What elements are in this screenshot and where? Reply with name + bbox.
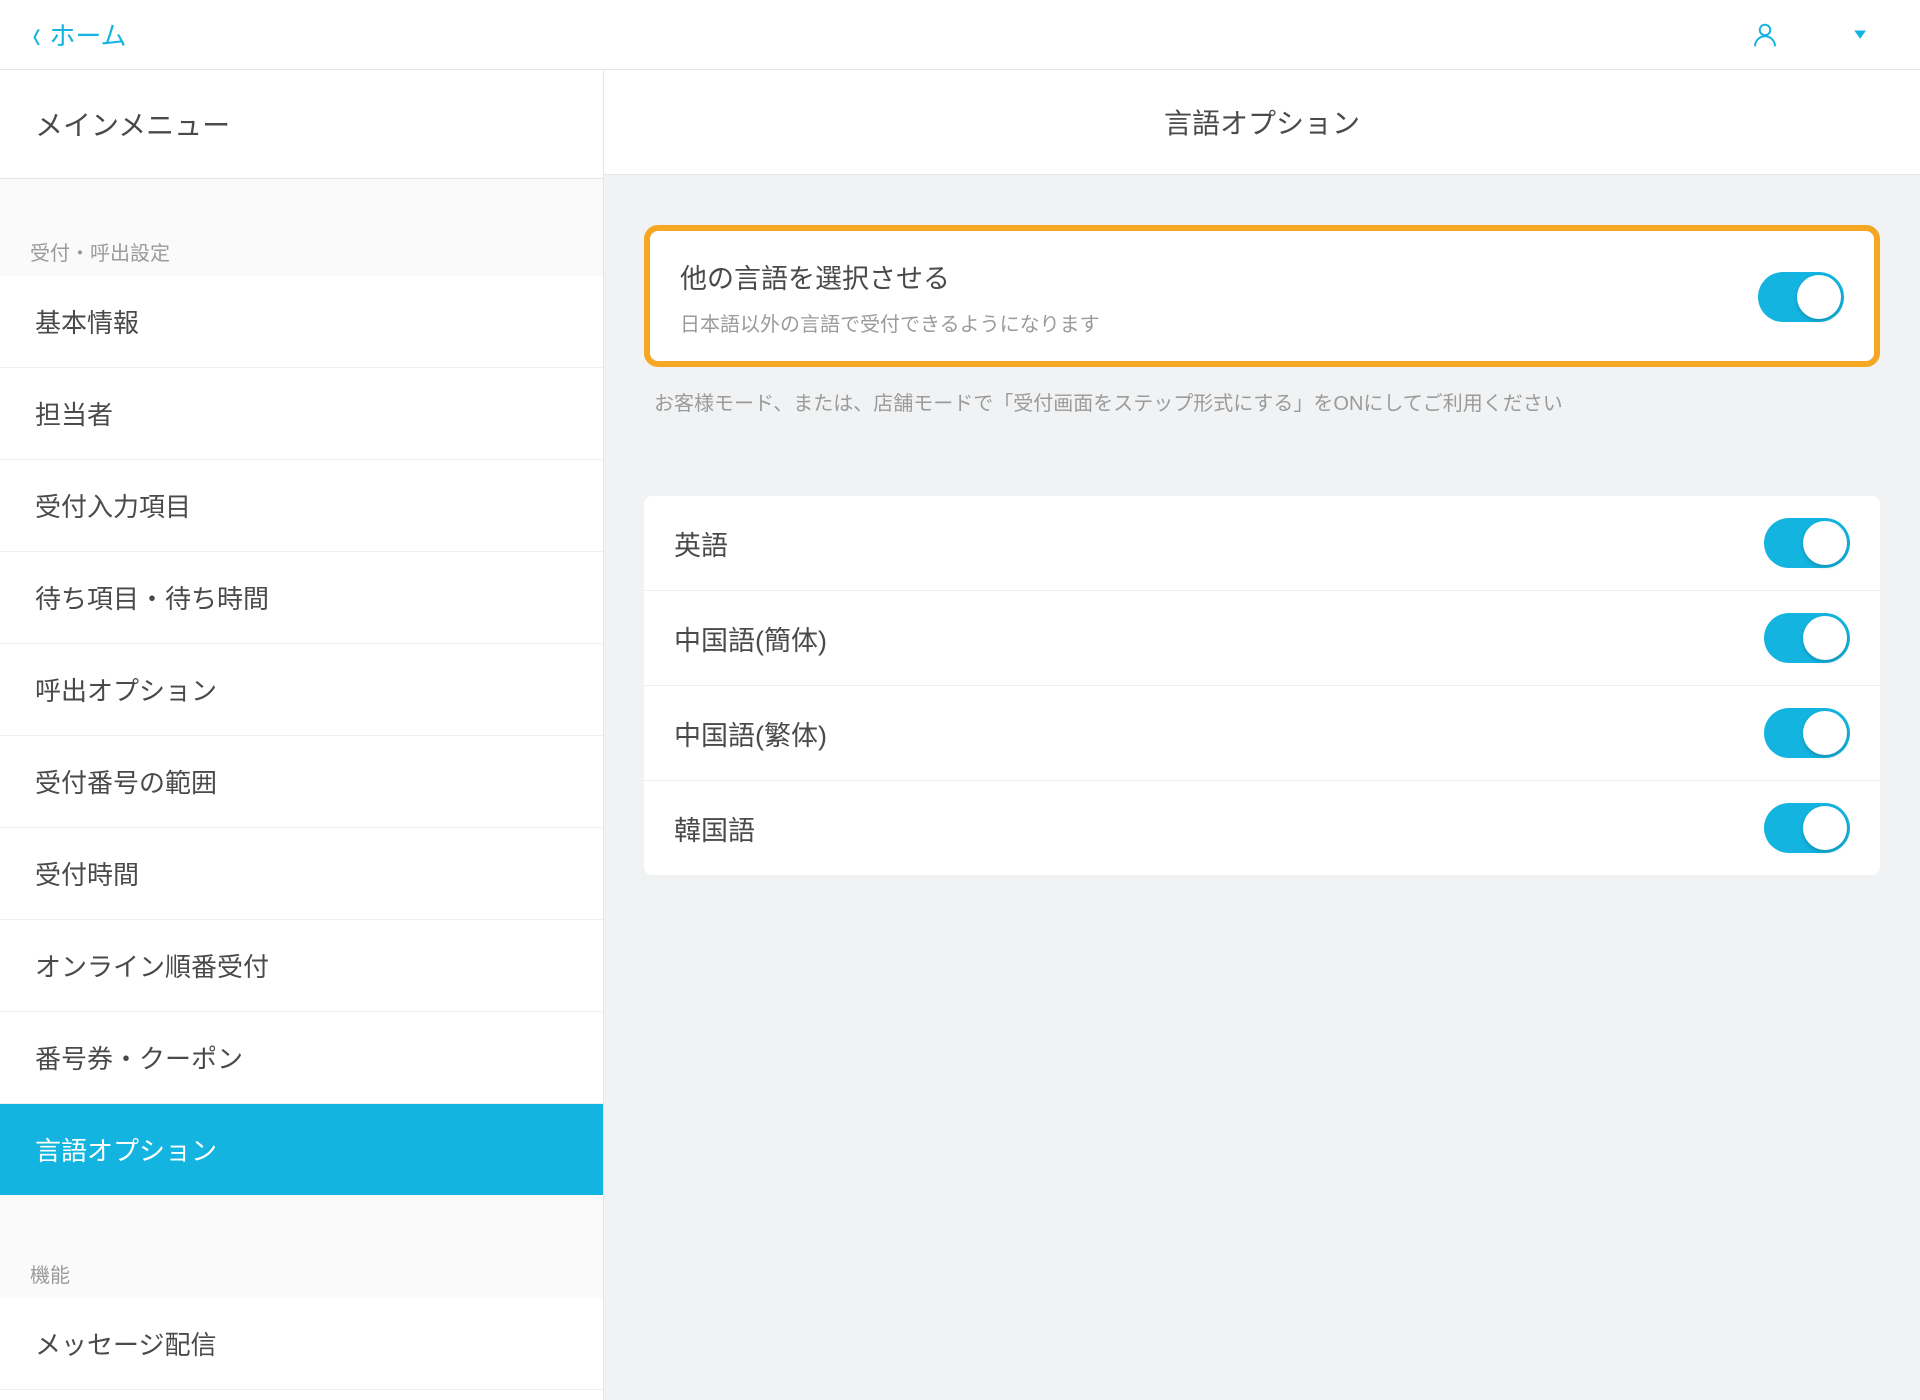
sidebar-item-label: 基本情報 bbox=[35, 308, 139, 338]
language-row-chinese-simplified: 中国語(簡体) bbox=[644, 591, 1880, 686]
user-icon[interactable] bbox=[1750, 20, 1780, 50]
sidebar-item-wait-items[interactable]: 待ち項目・待ち時間 bbox=[0, 552, 603, 644]
language-toggle-chinese-simplified[interactable] bbox=[1764, 613, 1850, 663]
sidebar-item-language-options[interactable]: 言語オプション bbox=[0, 1104, 603, 1195]
language-row-korean: 韓国語 bbox=[644, 781, 1880, 875]
topbar-right: ▼ bbox=[1750, 20, 1920, 50]
topbar: ‹ ホーム ▼ bbox=[0, 0, 1920, 70]
sidebar-item-label: 呼出オプション bbox=[35, 676, 217, 706]
sidebar-item-call-options[interactable]: 呼出オプション bbox=[0, 644, 603, 736]
language-row-chinese-traditional: 中国語(繁体) bbox=[644, 686, 1880, 781]
language-label: 中国語(繁体) bbox=[674, 714, 827, 753]
chevron-left-icon: ‹ bbox=[33, 15, 41, 55]
enable-other-languages-subtitle: 日本語以外の言語で受付できるようになります bbox=[680, 308, 1100, 337]
sidebar: メインメニュー 受付・呼出設定 基本情報 担当者 受付入力項目 待ち項目・待ち時… bbox=[0, 70, 604, 1400]
sidebar-item-label: 番号券・クーポン bbox=[35, 1044, 243, 1074]
sidebar-group-header-functions: 機能 bbox=[0, 1195, 603, 1298]
sidebar-item-label: オンライン順番受付 bbox=[35, 952, 269, 982]
page-title: 言語オプション bbox=[604, 70, 1920, 175]
language-label: 中国語(簡体) bbox=[674, 619, 827, 658]
sidebar-item-label: 待ち項目・待ち時間 bbox=[35, 584, 269, 614]
sidebar-item-label: 受付時間 bbox=[35, 860, 139, 890]
toggle-knob bbox=[1803, 616, 1847, 660]
back-label: ホーム bbox=[49, 16, 126, 53]
sidebar-item-online-reception[interactable]: オンライン順番受付 bbox=[0, 920, 603, 1012]
sidebar-item-basic-info[interactable]: 基本情報 bbox=[0, 276, 603, 368]
sidebar-item-number-range[interactable]: 受付番号の範囲 bbox=[0, 736, 603, 828]
sidebar-item-label: 受付番号の範囲 bbox=[35, 768, 217, 798]
sidebar-item-label: メッセージ配信 bbox=[35, 1330, 216, 1360]
language-toggle-english[interactable] bbox=[1764, 518, 1850, 568]
sidebar-item-input-fields[interactable]: 受付入力項目 bbox=[0, 460, 603, 552]
language-label: 韓国語 bbox=[674, 809, 755, 848]
language-toggle-chinese-traditional[interactable] bbox=[1764, 708, 1850, 758]
enable-other-languages-card: 他の言語を選択させる 日本語以外の言語で受付できるようになります bbox=[644, 225, 1880, 367]
sidebar-item-ticket-coupon[interactable]: 番号券・クーポン bbox=[0, 1012, 603, 1104]
sidebar-item-label: 受付入力項目 bbox=[35, 492, 191, 522]
back-button[interactable]: ‹ ホーム bbox=[0, 15, 127, 55]
language-row-english: 英語 bbox=[644, 496, 1880, 591]
toggle-knob bbox=[1803, 806, 1847, 850]
sidebar-item-message-delivery[interactable]: メッセージ配信 bbox=[0, 1298, 603, 1390]
language-list: 英語 中国語(簡体) 中国語(繁体) 韓国語 bbox=[644, 496, 1880, 875]
toggle-knob bbox=[1797, 275, 1841, 319]
main-content: 言語オプション 他の言語を選択させる 日本語以外の言語で受付できるようになります… bbox=[604, 70, 1920, 1400]
sidebar-item-label: 言語オプション bbox=[35, 1136, 217, 1166]
enable-other-languages-toggle[interactable] bbox=[1758, 272, 1844, 322]
sidebar-group-header-reception: 受付・呼出設定 bbox=[0, 179, 603, 276]
sidebar-item-staff[interactable]: 担当者 bbox=[0, 368, 603, 460]
enable-other-languages-title: 他の言語を選択させる bbox=[680, 257, 1100, 296]
sidebar-main-menu-label: メインメニュー bbox=[0, 70, 603, 179]
sidebar-item-reception-hours[interactable]: 受付時間 bbox=[0, 828, 603, 920]
chevron-down-icon[interactable]: ▼ bbox=[1850, 26, 1870, 42]
sidebar-item-label: 担当者 bbox=[35, 400, 113, 430]
language-label: 英語 bbox=[674, 524, 728, 563]
toggle-knob bbox=[1803, 521, 1847, 565]
toggle-knob bbox=[1803, 711, 1847, 755]
usage-note: お客様モード、または、店舗モードで「受付画面をステップ形式にする」をONにしてご… bbox=[644, 367, 1880, 416]
language-toggle-korean[interactable] bbox=[1764, 803, 1850, 853]
